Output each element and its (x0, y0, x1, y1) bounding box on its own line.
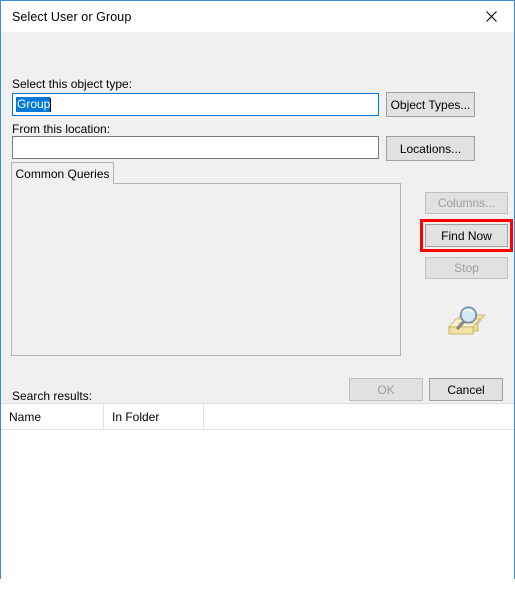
locations-button[interactable]: Locations... (386, 136, 475, 161)
columns-button[interactable]: Columns... (425, 192, 508, 214)
select-user-or-group-dialog: Select User or Group Select this object … (0, 0, 515, 609)
magnifier-folders-icon (448, 306, 486, 335)
results-column-header: Name In Folder (1, 404, 514, 430)
tab-seam (12, 183, 113, 184)
object-type-input[interactable]: Group (12, 93, 379, 116)
results-rows-area[interactable] (1, 430, 514, 609)
tab-page (11, 183, 401, 356)
ok-button[interactable]: OK (349, 378, 423, 401)
tab-common-queries[interactable]: Common Queries (11, 162, 114, 184)
cancel-button[interactable]: Cancel (429, 378, 503, 401)
dialog-body: Select this object type: Group Object Ty… (1, 32, 514, 609)
title-bar: Select User or Group (1, 1, 514, 32)
common-queries-tab-control: Common Queries Name: Starts with Descrip… (11, 162, 401, 356)
text-caret (50, 97, 52, 112)
object-type-value: Group (16, 97, 51, 112)
close-icon (486, 10, 497, 22)
object-type-label: Select this object type: (12, 77, 133, 91)
close-button[interactable] (469, 1, 514, 31)
column-header-empty[interactable] (204, 404, 514, 430)
search-results-label: Search results: (12, 389, 93, 403)
find-now-button[interactable]: Find Now (425, 224, 508, 247)
column-header-name[interactable]: Name (1, 404, 104, 430)
object-types-button[interactable]: Object Types... (386, 92, 475, 117)
stop-button[interactable]: Stop (425, 257, 508, 279)
search-results-list: Name In Folder (1, 404, 514, 609)
column-header-in-folder[interactable]: In Folder (104, 404, 204, 430)
window-title: Select User or Group (12, 9, 132, 24)
location-label: From this location: (12, 122, 111, 136)
location-input[interactable] (12, 136, 379, 159)
